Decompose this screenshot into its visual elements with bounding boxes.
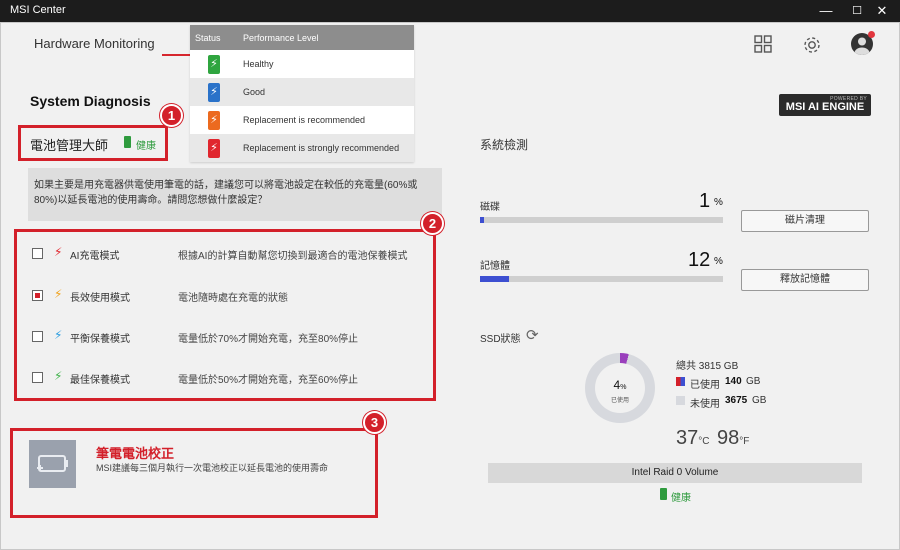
legend-header: Status Performance Level — [190, 25, 414, 50]
calibration-title[interactable]: 筆電電池校正 — [96, 443, 174, 462]
bolt-icon: ⚡ — [54, 328, 63, 342]
mode-desc: 電量低於50%才開始充電，充至60%停止 — [178, 375, 359, 386]
mode-name: 長效使用模式 — [70, 293, 130, 304]
disk-cleanup-button[interactable]: 磁片清理 — [741, 210, 869, 232]
battery-health-status: 健康 — [136, 141, 156, 152]
charge-mode-ai[interactable]: ⚡ AI充電模式 根據AI的計算自動幫您切換到最適合的電池保養模式 — [32, 245, 422, 265]
mode-name: 平衡保養模式 — [70, 334, 130, 345]
bolt-icon: ⚡ — [54, 245, 63, 259]
memory-usage-fill — [480, 276, 510, 282]
temp-c-unit: °C — [698, 436, 710, 447]
disk-label: 磁碟 — [480, 202, 500, 213]
charge-question-text: 如果主要是用充電器供電使用筆電的話，建議您可以將電池設定在較低的充電量(60%或… — [28, 168, 442, 221]
mode-checkbox[interactable] — [32, 290, 43, 301]
ssd-used-unit: GB — [746, 376, 761, 387]
app-title: MSI Center — [10, 4, 66, 16]
legend-label: Replacement is recommended — [243, 115, 366, 125]
battery-replace-icon: ⚡ — [208, 111, 220, 130]
disk-usage-bar — [480, 217, 723, 223]
mode-name: AI充電模式 — [70, 251, 120, 262]
legend-col-level: Performance Level — [243, 33, 319, 43]
ssd-used-caption: 已使用 — [610, 398, 629, 404]
nav-active-underline — [162, 54, 192, 56]
ssd-total: 總共 3815 GB — [676, 361, 739, 372]
engine-name: MSI AI ENGINE — [785, 101, 865, 113]
disk-unit: % — [714, 197, 723, 208]
charge-mode-long-life[interactable]: ⚡ 長效使用模式 電池隨時處在充電的狀態 — [32, 287, 422, 307]
ssd-used-value: 140 — [725, 376, 742, 387]
ssd-status-label: SSD狀態 — [480, 334, 521, 345]
charge-mode-best[interactable]: ⚡ 最佳保養模式 電量低於50%才開始充電，充至60%停止 — [32, 369, 422, 389]
calibration-desc: MSI建議每三個月執行一次電池校正以延長電池的使用壽命 — [96, 463, 329, 473]
mode-checkbox[interactable] — [32, 331, 43, 342]
title-bar: MSI Center — ☐ ✕ — [0, 0, 900, 22]
mode-desc: 電池隨時處在充電的狀態 — [178, 293, 288, 304]
legend-row: ⚡ Healthy — [190, 50, 414, 78]
nav-tab-hardware-monitoring[interactable]: Hardware Monitoring — [34, 36, 155, 51]
legend-col-status: Status — [195, 33, 221, 43]
bolt-icon: ⚡ — [54, 287, 63, 301]
disk-usage-fill — [480, 217, 484, 223]
close-button[interactable]: ✕ — [868, 0, 896, 22]
legend-label: Replacement is strongly recommended — [243, 143, 400, 153]
legend-label: Healthy — [243, 59, 274, 69]
bolt-icon: ⚡ — [54, 369, 63, 383]
status-legend-table: Status Performance Level ⚡ Healthy ⚡ Goo… — [190, 25, 414, 162]
battery-healthy-icon: ⚡ — [208, 55, 220, 74]
msi-ai-engine-badge: POWERED BY MSI AI ENGINE — [779, 94, 871, 116]
ssd-used-percent-unit: % — [620, 384, 627, 391]
refresh-icon[interactable]: ⟳ — [526, 326, 539, 344]
callout-badge-1: 1 — [160, 104, 183, 127]
minimize-button[interactable]: — — [812, 0, 840, 22]
mode-name: 最佳保養模式 — [70, 375, 130, 386]
system-check-title: 系統檢測 — [480, 138, 529, 152]
battery-calibration-icon[interactable] — [29, 440, 76, 488]
temp-f-unit: °F — [739, 436, 750, 447]
ssd-free-value: 3675 — [725, 395, 748, 406]
legend-row: ⚡ Good — [190, 78, 414, 106]
charge-mode-balanced[interactable]: ⚡ 平衡保養模式 電量低於70%才開始充電，充至80%停止 — [32, 328, 422, 348]
legend-row: ⚡ Replacement is strongly recommended — [190, 134, 414, 162]
callout-badge-3: 3 — [363, 411, 386, 434]
ssd-used-percent: 4% — [595, 378, 645, 392]
mode-checkbox[interactable] — [32, 372, 43, 383]
memory-usage-bar — [480, 276, 723, 282]
ssd-temp-fahrenheit: 98°F — [717, 427, 749, 450]
system-diagnosis-title: System Diagnosis — [30, 93, 151, 109]
temp-f-value: 98 — [717, 427, 740, 449]
free-swatch — [676, 396, 685, 405]
ssd-temp-celsius: 37°C — [676, 427, 709, 450]
ssd-free-unit: GB — [752, 395, 767, 406]
mode-desc: 電量低於70%才開始充電，充至80%停止 — [178, 334, 359, 345]
mode-desc: 根據AI的計算自動幫您切換到最適合的電池保養模式 — [178, 251, 408, 262]
grid-icon[interactable] — [752, 34, 774, 56]
maximize-button[interactable]: ☐ — [843, 0, 871, 22]
ssd-used-label: 已使用 — [690, 380, 720, 391]
mode-checkbox[interactable] — [32, 248, 43, 259]
disk-value: 1 — [699, 190, 711, 212]
legend-label: Good — [243, 87, 266, 97]
ssd-free-label: 未使用 — [690, 399, 720, 410]
memory-label: 記憶體 — [480, 261, 510, 272]
callout-badge-2: 2 — [421, 212, 444, 235]
raid-volume-label: Intel Raid 0 Volume — [488, 463, 862, 483]
used-swatch — [676, 377, 685, 386]
temp-c-value: 37 — [676, 427, 699, 449]
battery-good-icon: ⚡ — [208, 83, 220, 102]
ssd-health-status: 健康 — [671, 493, 691, 504]
battery-replace-strongly-icon: ⚡ — [208, 139, 220, 158]
legend-row: ⚡ Replacement is recommended — [190, 106, 414, 134]
ssd-health-icon — [660, 488, 667, 500]
free-memory-button[interactable]: 釋放記憶體 — [741, 269, 869, 291]
notification-dot — [868, 31, 875, 38]
memory-value: 12 — [688, 249, 711, 271]
memory-unit: % — [714, 256, 723, 267]
battery-manager-label[interactable]: 電池管理大師 — [30, 135, 108, 154]
battery-health-icon — [124, 136, 131, 148]
gear-icon[interactable] — [801, 34, 823, 56]
